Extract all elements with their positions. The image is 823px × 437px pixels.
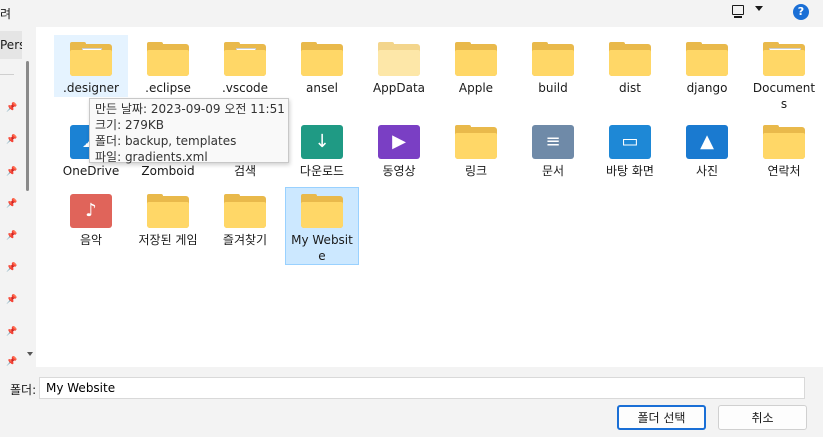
view-options-icon[interactable] (731, 5, 745, 18)
folder-item-label: 링크 (464, 164, 488, 178)
folder-icon (686, 42, 728, 76)
folder-item-label: 음악 (79, 233, 103, 247)
folder-item-label: django (686, 81, 728, 95)
folder-icon (301, 194, 343, 228)
select-folder-button[interactable]: 폴더 선택 (617, 405, 706, 430)
folder-icon (147, 42, 189, 76)
folder-item[interactable]: 즐겨찾기 (208, 187, 282, 249)
folder-item-label: Apple (458, 81, 494, 95)
tooltip-created: 만든 날짜: 2023-09-09 오전 11:51 (95, 102, 285, 116)
folder-item[interactable]: .designer (54, 35, 128, 97)
dialog-footer: 폴더: 폴더 선택 취소 (0, 367, 823, 437)
sidebar-scrollbar[interactable] (26, 61, 29, 191)
folder-item[interactable]: Documents (747, 35, 821, 113)
pin-icon: 📌 (6, 167, 18, 177)
folder-item[interactable]: ▶ 동영상 (362, 118, 436, 180)
folder-item-label: 바탕 화면 (606, 164, 654, 178)
help-icon[interactable]: ? (793, 4, 809, 20)
folder-icon (609, 42, 651, 76)
folder-icon (455, 42, 497, 76)
pin-icon: 📌 (6, 199, 18, 209)
folder-item-label: 동영상 (382, 164, 416, 178)
folder-item-label: 문서 (541, 164, 565, 178)
folder-item[interactable]: 연락처 (747, 118, 821, 180)
sidebar-item-personal[interactable]: Pers (0, 31, 22, 59)
cancel-button[interactable]: 취소 (718, 405, 807, 430)
folder-item-label: 다운로드 (299, 164, 345, 178)
folder-item-label: 저장된 게임 (138, 233, 198, 247)
folder-item[interactable]: build (516, 35, 590, 97)
folder-field-label: 폴더: (10, 383, 37, 397)
folder-item[interactable]: ansel (285, 35, 359, 97)
folder-name-input[interactable] (39, 377, 805, 399)
folder-item-label: 즐겨찾기 (222, 233, 268, 247)
music-icon: ♪ (70, 194, 112, 228)
folder-info-tooltip: 만든 날짜: 2023-09-09 오전 11:51 크기: 279KB 폴더:… (89, 98, 289, 164)
folder-view[interactable]: .designer .eclipse .vscode ansel AppData Appl… (36, 27, 823, 367)
folder-icon (455, 125, 497, 159)
folder-item[interactable]: 저장된 게임 (131, 187, 205, 249)
pin-icon: 📌 (6, 295, 18, 305)
window-title-fragment: 려 (0, 7, 12, 21)
pin-icon: 📌 (6, 231, 18, 241)
title-bar: 려 ? (0, 0, 823, 27)
folder-item[interactable]: ▲ 사진 (670, 118, 744, 180)
documents-icon: ≡ (532, 125, 574, 159)
tooltip-size: 크기: 279KB (95, 118, 164, 132)
tooltip-files: 파일: gradients.xml (95, 150, 208, 164)
folder-icon (224, 194, 266, 228)
chevron-down-icon[interactable] (755, 6, 763, 11)
folder-item-label: .vscode (221, 81, 269, 95)
folder-item[interactable]: 링크 (439, 118, 513, 180)
navigation-pane: Pers 📌 📌 📌 📌 📌 📌 📌 📌 📌 (0, 27, 34, 367)
pictures-icon: ▲ (686, 125, 728, 159)
pin-icon: 📌 (6, 263, 18, 273)
folder-icon (763, 42, 805, 76)
scroll-down-arrow-icon[interactable] (27, 352, 33, 356)
folder-icon (301, 42, 343, 76)
folder-item-label: .designer (63, 81, 119, 95)
pin-icon: 📌 (6, 135, 18, 145)
folder-icon (763, 125, 805, 159)
folder-item[interactable]: django (670, 35, 744, 97)
videos-icon: ▶ (378, 125, 420, 159)
folder-item-label: Zomboid (141, 164, 195, 178)
folder-icon (147, 194, 189, 228)
folder-item[interactable]: ↓ 다운로드 (285, 118, 359, 180)
folder-item[interactable]: My Website (285, 187, 359, 265)
desktop-icon: ▭ (609, 125, 651, 159)
folder-item-label: dist (619, 81, 641, 95)
folder-item[interactable]: dist (593, 35, 667, 97)
folder-item-label: 검색 (233, 164, 257, 178)
folder-item[interactable]: ♪ 음악 (54, 187, 128, 249)
pin-icon: 📌 (6, 357, 18, 367)
folder-item-label: 연락처 (767, 164, 801, 178)
folder-item[interactable]: Apple (439, 35, 513, 97)
folder-item[interactable]: AppData (362, 35, 436, 97)
sidebar-divider (0, 74, 14, 75)
folder-icon (70, 42, 112, 76)
folder-item-label: .eclipse (145, 81, 191, 95)
folder-item[interactable]: ▭ 바탕 화면 (593, 118, 667, 180)
pin-icon: 📌 (6, 327, 18, 337)
folder-item-label: 사진 (695, 164, 719, 178)
tooltip-folders: 폴더: backup, templates (95, 134, 237, 148)
folder-icon (224, 42, 266, 76)
folder-item-label: Documents (752, 81, 816, 111)
folder-item[interactable]: .vscode (208, 35, 282, 97)
downloads-icon: ↓ (301, 125, 343, 159)
folder-item-label: My Website (291, 233, 353, 263)
folder-item-label: build (538, 81, 568, 95)
folder-item[interactable]: .eclipse (131, 35, 205, 97)
folder-item[interactable]: ≡ 문서 (516, 118, 590, 180)
folder-icon (532, 42, 574, 76)
folder-item-label: ansel (306, 81, 338, 95)
folder-icon (378, 42, 420, 76)
folder-item-label: AppData (372, 81, 426, 95)
folder-item-label: OneDrive (62, 164, 120, 178)
pin-icon: 📌 (6, 103, 18, 113)
